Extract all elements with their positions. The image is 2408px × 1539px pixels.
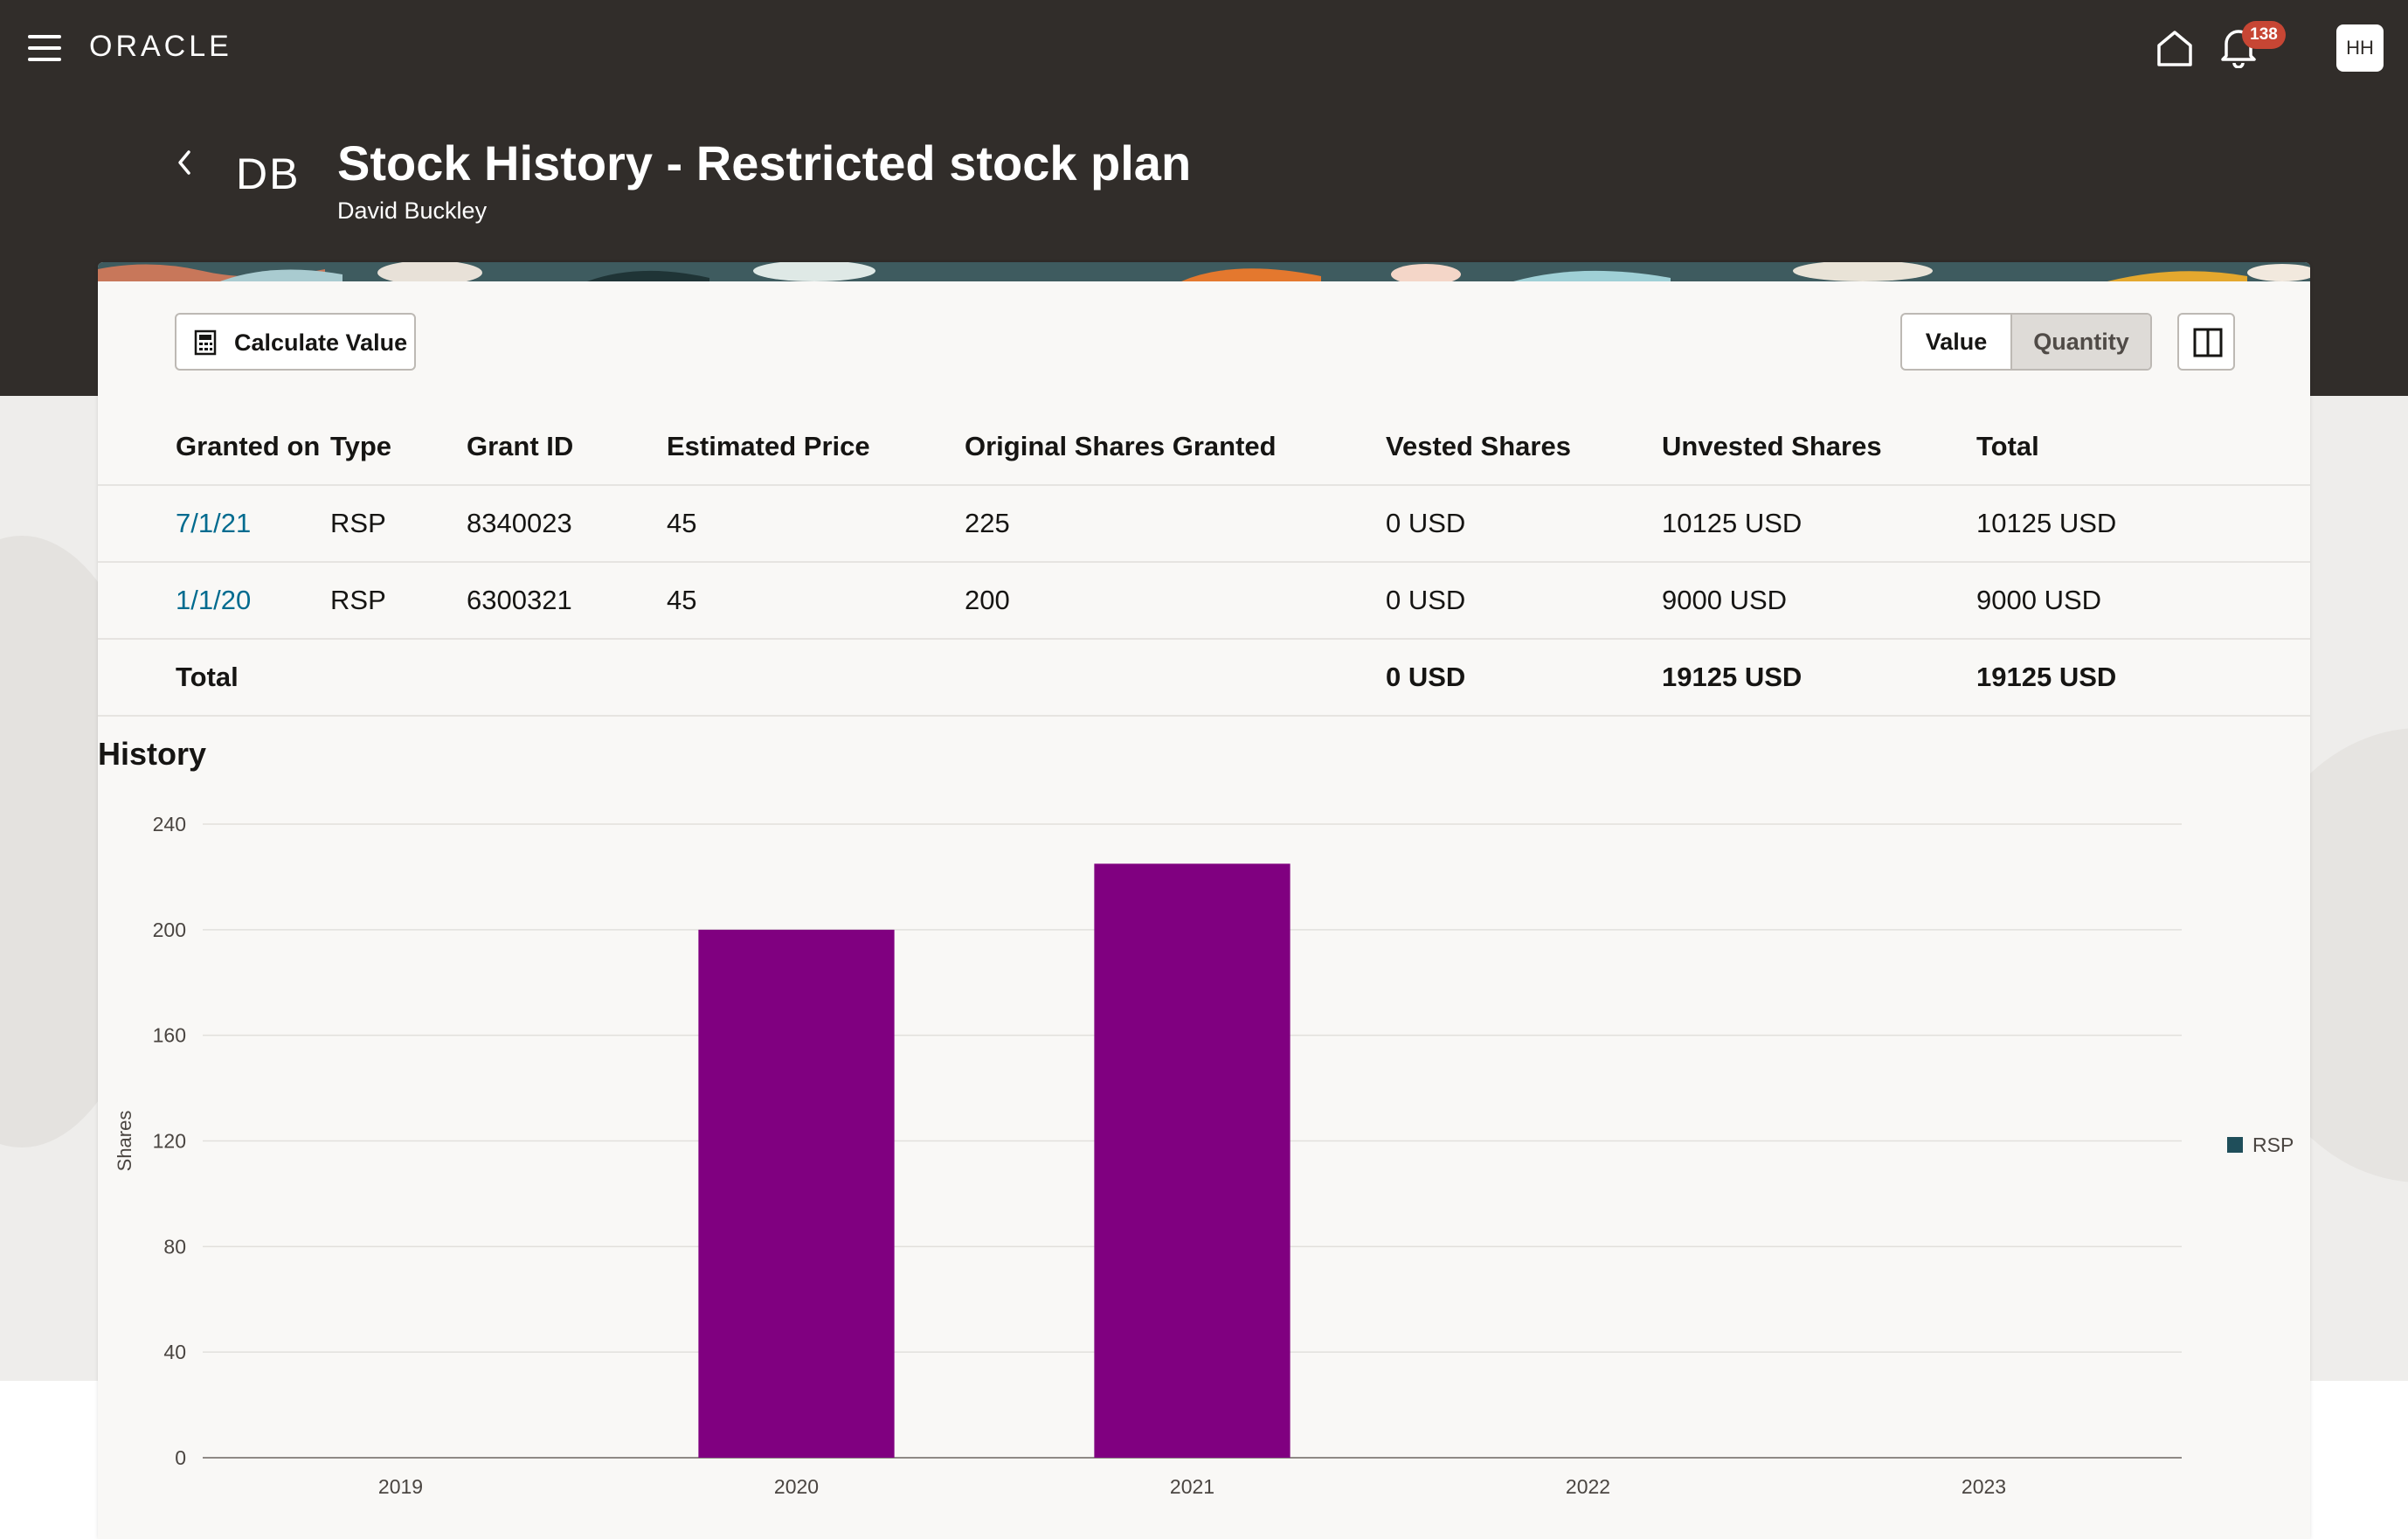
original-shares-cell: 200 [965, 561, 1386, 639]
granted-on-link[interactable]: 1/1/20 [176, 585, 251, 615]
split-view-icon [2193, 328, 2223, 357]
bar-2021 [1094, 863, 1290, 1458]
calculate-value-button[interactable]: Calculate Value [175, 313, 416, 371]
grant-id-cell: 8340023 [467, 484, 667, 562]
y-tick-label: 200 [153, 919, 186, 941]
home-icon[interactable] [2155, 28, 2195, 68]
bar-2020 [698, 929, 895, 1458]
column-header[interactable]: Granted on [98, 409, 330, 485]
legend-swatch [2227, 1137, 2243, 1153]
stock-history-card: Calculate Value Value Quantity Granted o… [98, 262, 2310, 1539]
column-header[interactable]: Grant ID [467, 409, 667, 485]
y-tick-label: 0 [175, 1446, 186, 1469]
vested-shares-cell: 0 USD [1386, 484, 1662, 562]
column-header[interactable]: Estimated Price [667, 409, 965, 485]
y-tick-label: 40 [163, 1341, 186, 1363]
total-total-cell: 19125 USD [1976, 638, 2310, 717]
notification-count-badge: 138 [2242, 21, 2286, 49]
column-header[interactable]: Unvested Shares [1662, 409, 1976, 485]
column-header[interactable]: Total [1976, 409, 2310, 485]
y-tick-label: 240 [153, 813, 186, 835]
table-row: 7/1/21 RSP 8340023 45 225 0 USD 10125 US… [98, 484, 2310, 562]
total-unvested-cell: 19125 USD [1662, 638, 1976, 717]
column-header[interactable]: Type [330, 409, 467, 485]
global-header: ORACLE 138 HH [0, 0, 2408, 96]
estimated-price-cell: 45 [667, 561, 965, 639]
user-avatar[interactable]: HH [2336, 24, 2384, 72]
total-vested-cell: 0 USD [1386, 638, 1662, 717]
value-toggle-button[interactable]: Value [1902, 315, 2012, 369]
y-tick-label: 160 [153, 1024, 186, 1047]
estimated-price-cell: 45 [667, 484, 965, 562]
y-tick-label: 80 [163, 1235, 186, 1258]
type-cell: RSP [330, 484, 467, 562]
legend-label: RSP [2252, 1133, 2294, 1156]
calculator-icon [194, 329, 217, 356]
page-title: Stock History - Restricted stock plan [337, 135, 1192, 191]
x-tick-label: 2021 [1170, 1475, 1214, 1498]
calculate-value-label: Calculate Value [234, 329, 408, 356]
decorative-banner [98, 262, 2310, 281]
oracle-logo: ORACLE [89, 30, 232, 63]
employee-initials: DB [236, 149, 301, 198]
original-shares-cell: 225 [965, 484, 1386, 562]
unvested-shares-cell: 10125 USD [1662, 484, 1976, 562]
hamburger-menu-icon[interactable] [28, 35, 61, 61]
table-row: 1/1/20 RSP 6300321 45 200 0 USD 9000 USD… [98, 561, 2310, 639]
grants-table: Granted on Type Grant ID Estimated Price… [98, 409, 2310, 717]
y-axis-title: Shares [114, 1111, 135, 1172]
back-chevron-icon[interactable] [171, 147, 196, 178]
history-heading: History [98, 736, 207, 772]
x-tick-label: 2022 [1566, 1475, 1610, 1498]
vested-shares-cell: 0 USD [1386, 561, 1662, 639]
total-cell: 9000 USD [1976, 561, 2310, 639]
unvested-shares-cell: 9000 USD [1662, 561, 1976, 639]
total-cell: 10125 USD [1976, 484, 2310, 562]
grant-id-cell: 6300321 [467, 561, 667, 639]
layout-toggle-button[interactable] [2177, 313, 2235, 371]
column-header[interactable]: Original Shares Granted [965, 409, 1386, 485]
history-bar-chart: 0 40 80 120 160 200 240 2019 2020 2021 2022 2023 Sha… [114, 813, 2294, 1498]
type-cell: RSP [330, 561, 467, 639]
value-quantity-toggle: Value Quantity [1900, 313, 2152, 371]
total-label: Total [98, 638, 330, 717]
x-tick-label: 2020 [774, 1475, 819, 1498]
x-tick-label: 2023 [1962, 1475, 2006, 1498]
table-total-row: Total 0 USD 19125 USD 19125 USD [98, 638, 2310, 717]
x-tick-label: 2019 [378, 1475, 423, 1498]
table-header-row: Granted on Type Grant ID Estimated Price… [98, 409, 2310, 485]
granted-on-link[interactable]: 7/1/21 [176, 508, 251, 538]
y-tick-label: 120 [153, 1130, 186, 1153]
column-header[interactable]: Vested Shares [1386, 409, 1662, 485]
employee-name: David Buckley [337, 198, 488, 224]
quantity-toggle-button[interactable]: Quantity [2012, 315, 2150, 369]
